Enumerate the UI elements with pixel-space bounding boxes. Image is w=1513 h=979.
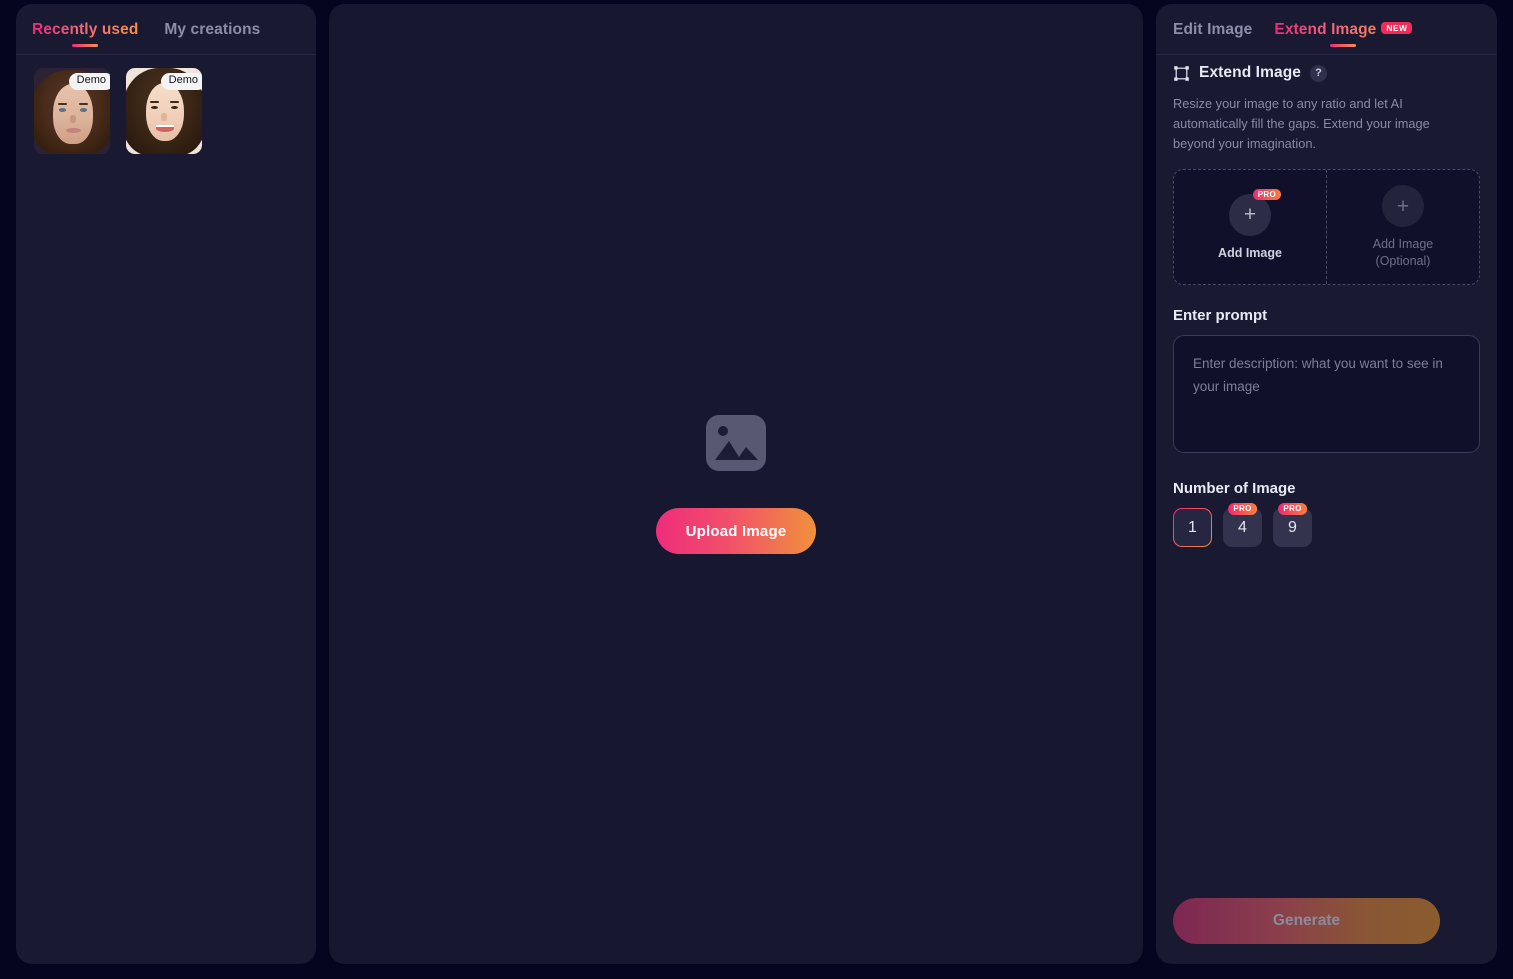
left-tab-bar: Recently used My creations [16, 4, 316, 50]
plus-circle-primary: + PRO [1229, 188, 1281, 236]
section-header: Extend Image ? [1173, 64, 1480, 82]
center-canvas-panel: Upload Image [329, 4, 1143, 964]
number-option-9[interactable]: PRO 9 [1273, 503, 1312, 548]
tab-my-creations-label: My creations [164, 21, 261, 38]
crop-frame-icon [1173, 65, 1190, 82]
plus-circle-secondary: + [1382, 185, 1424, 228]
section-description: Resize your image to any ratio and let A… [1173, 96, 1430, 151]
pro-badge: PRO [1278, 503, 1307, 516]
upload-dropzone[interactable]: Upload Image [329, 4, 1143, 964]
left-panel: Recently used My creations Demo Demo [16, 4, 316, 964]
demo-badge: Demo [68, 73, 110, 90]
number-option-9-value: 9 [1288, 518, 1297, 536]
add-image-primary-slot[interactable]: + PRO Add Image [1174, 170, 1326, 284]
add-image-primary-label: Add Image [1218, 245, 1282, 260]
right-tab-bar: Edit Image Extend Image NEW [1156, 4, 1497, 50]
right-settings-panel: Edit Image Extend Image NEW Extend Image… [1156, 4, 1497, 964]
prompt-label: Enter prompt [1173, 307, 1268, 325]
prompt-input[interactable] [1173, 335, 1480, 454]
tab-recently-used-label: Recently used [32, 21, 139, 38]
help-icon[interactable]: ? [1309, 64, 1327, 82]
number-option-4-value: 4 [1238, 518, 1247, 536]
thumbnail-item[interactable]: Demo [34, 68, 110, 154]
right-tab-divider [1156, 54, 1497, 55]
plus-icon: + [1243, 203, 1257, 227]
tab-extend-image[interactable]: Extend Image NEW [1274, 21, 1413, 48]
tab-edit-image-label: Edit Image [1173, 21, 1253, 38]
add-image-secondary-slot[interactable]: + Add Image (Optional) [1326, 170, 1479, 285]
number-option-4[interactable]: PRO 4 [1223, 503, 1262, 548]
new-badge: NEW [1381, 22, 1413, 34]
pro-badge: PRO [1228, 503, 1257, 516]
add-image-secondary-line1: Add Image [1372, 237, 1434, 252]
app-root: Recently used My creations Demo Demo Upl… [0, 0, 1513, 979]
plus-icon: + [1396, 194, 1410, 218]
add-image-secondary-line2: (Optional) [1375, 253, 1431, 268]
thumbnail-grid: Demo Demo [16, 50, 316, 154]
upload-image-button[interactable]: Upload Image [655, 508, 817, 554]
tab-recently-used[interactable]: Recently used [32, 21, 138, 48]
tab-edit-image[interactable]: Edit Image [1173, 21, 1252, 48]
tab-my-creations[interactable]: My creations [164, 21, 260, 48]
add-image-secondary-label: Add Image (Optional) [1373, 236, 1433, 270]
image-placeholder-icon [705, 414, 767, 472]
thumbnail-item[interactable]: Demo [126, 68, 202, 154]
number-option-1-value: 1 [1188, 518, 1197, 536]
pro-badge: PRO [1252, 188, 1281, 201]
generate-button[interactable]: Generate [1173, 898, 1440, 944]
tab-extend-image-label: Extend Image [1274, 21, 1377, 38]
page-title: Extend Image [1199, 64, 1301, 81]
number-option-1[interactable]: 1 [1173, 508, 1212, 547]
add-image-group: + PRO Add Image + Add Image (Optional) [1173, 169, 1480, 286]
number-of-image-label: Number of Image [1173, 480, 1296, 498]
right-panel-body: Extend Image ? Resize your image to any … [1156, 50, 1497, 548]
left-tab-divider [16, 54, 316, 55]
number-of-image-options: 1 PRO 4 PRO 9 [1173, 503, 1480, 548]
demo-badge: Demo [160, 73, 202, 90]
